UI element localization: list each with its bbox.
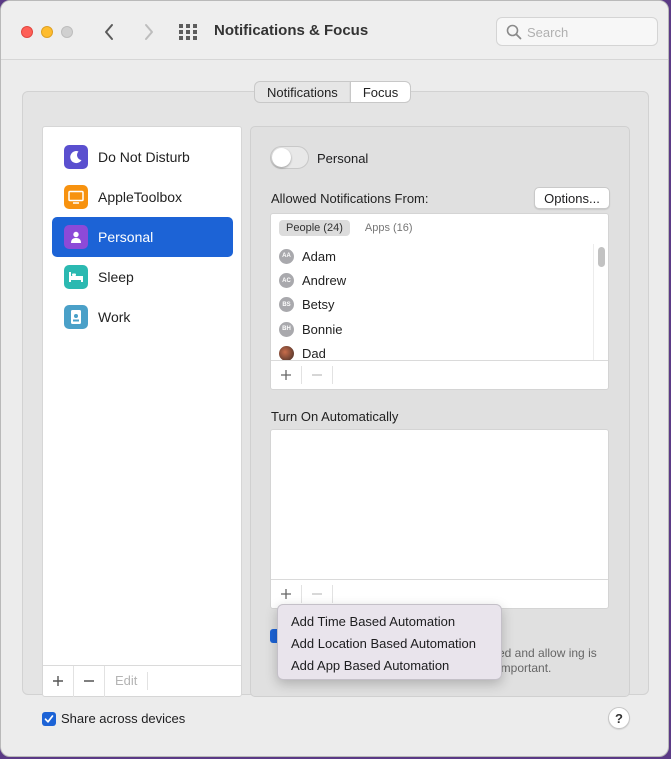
menu-item-time-automation[interactable]: Add Time Based Automation: [278, 610, 501, 632]
window-title: Notifications & Focus: [214, 22, 369, 39]
forward-button[interactable]: [135, 19, 161, 45]
avatar: BH: [279, 321, 294, 337]
title-bar: Notifications & Focus: [1, 1, 668, 60]
add-focus-button[interactable]: [43, 665, 74, 697]
person-name: Bonnie: [302, 321, 343, 337]
setting-description: ed and allow ing is important.: [498, 646, 597, 675]
remove-person-button[interactable]: [302, 366, 333, 384]
person-name: Dad: [302, 346, 326, 360]
plus-icon: [281, 589, 291, 599]
person-icon: [64, 225, 88, 249]
allowed-list-tabs: People (24) Apps (16): [279, 220, 420, 236]
list-item[interactable]: BS Betsy: [271, 293, 593, 317]
person-name: Andrew: [302, 273, 347, 289]
allowed-list-panel: People (24) Apps (16) AA Adam AC Andrew …: [270, 213, 609, 390]
sidebar-item-label: Sleep: [98, 269, 134, 285]
list-item[interactable]: AA Adam: [271, 244, 593, 268]
tab-apps[interactable]: Apps (16): [358, 220, 420, 236]
plus-icon: [53, 676, 63, 686]
person-name: Betsy: [302, 297, 335, 313]
moon-icon: [64, 145, 88, 169]
people-list: AA Adam AC Andrew BS Betsy BH Bonnie Dad: [271, 244, 593, 360]
minimize-window-button[interactable]: [41, 26, 53, 38]
share-across-devices[interactable]: Share across devices: [42, 711, 185, 726]
sidebar-item-label: AppleToolbox: [98, 189, 183, 205]
focus-toggle-label: Personal: [317, 151, 369, 166]
avatar: BS: [279, 297, 294, 313]
allowed-list-footer: [271, 360, 608, 389]
turn-on-automatically-heading: Turn On Automatically: [271, 409, 399, 424]
toggle-knob: [272, 148, 291, 167]
search-input[interactable]: [527, 23, 649, 41]
avatar: [279, 346, 294, 360]
sidebar-item-personal[interactable]: Personal: [52, 217, 233, 257]
grid-icon: [179, 24, 197, 40]
share-checkbox[interactable]: [42, 711, 56, 726]
share-label: Share across devices: [61, 711, 186, 726]
help-button[interactable]: ?: [608, 707, 630, 729]
badge-icon: [64, 305, 88, 329]
automation-list-panel: [270, 429, 609, 609]
search-icon: [506, 24, 522, 40]
checkmark-icon: [44, 714, 54, 723]
menu-item-app-automation[interactable]: Add App Based Automation: [278, 654, 501, 676]
person-name: Adam: [302, 248, 336, 264]
monitor-icon: [64, 185, 88, 209]
close-window-button[interactable]: [21, 26, 33, 38]
sidebar-item-appletoolbox[interactable]: AppleToolbox: [52, 177, 233, 217]
back-button[interactable]: [97, 19, 123, 45]
tab-switcher: Notifications Focus: [254, 81, 412, 103]
search-field[interactable]: [496, 17, 658, 46]
sidebar-item-label: Do Not Disturb: [98, 149, 190, 165]
sidebar-item-work[interactable]: Work: [52, 297, 233, 337]
options-button[interactable]: Options...: [534, 187, 610, 209]
list-item[interactable]: Dad: [271, 342, 593, 360]
focus-list: Do Not Disturb AppleToolbox Personal Sle…: [42, 126, 242, 697]
chevron-right-icon: [145, 24, 153, 40]
sidebar-item-sleep[interactable]: Sleep: [52, 257, 233, 297]
tab-people[interactable]: People (24): [279, 220, 350, 236]
minus-icon: [312, 374, 322, 376]
zoom-window-button[interactable]: [61, 26, 73, 38]
chevron-left-icon: [105, 24, 113, 40]
remove-automation-button[interactable]: [302, 585, 333, 603]
add-person-button[interactable]: [271, 366, 302, 384]
sidebar-item-do-not-disturb[interactable]: Do Not Disturb: [52, 137, 233, 177]
sidebar-footer: Edit: [43, 665, 241, 697]
remove-focus-button[interactable]: [74, 665, 105, 697]
preferences-window: Notifications & Focus Notifications Focu…: [0, 0, 669, 757]
sidebar-item-label: Personal: [98, 229, 154, 245]
menu-item-location-automation[interactable]: Add Location Based Automation: [278, 632, 501, 654]
list-item[interactable]: AC Andrew: [271, 268, 593, 292]
minus-icon: [84, 680, 94, 682]
plus-icon: [281, 370, 291, 380]
tab-notifications[interactable]: Notifications: [255, 82, 350, 102]
edit-button[interactable]: Edit: [105, 672, 149, 690]
add-automation-button[interactable]: [271, 585, 302, 603]
allowed-notifications-heading: Allowed Notifications From:: [271, 191, 429, 206]
avatar: AC: [279, 273, 294, 289]
avatar: AA: [279, 248, 294, 264]
scrollbar-thumb[interactable]: [598, 247, 605, 267]
focus-toggle-switch[interactable]: [270, 146, 309, 169]
list-item[interactable]: BH Bonnie: [271, 317, 593, 341]
bed-icon: [64, 265, 88, 289]
tab-focus[interactable]: Focus: [349, 82, 411, 102]
add-automation-menu: Add Time Based Automation Add Location B…: [277, 604, 502, 680]
people-scrollbar[interactable]: [593, 244, 608, 360]
sidebar-item-label: Work: [98, 309, 131, 325]
minus-icon: [312, 593, 322, 595]
show-all-button[interactable]: [177, 22, 199, 42]
